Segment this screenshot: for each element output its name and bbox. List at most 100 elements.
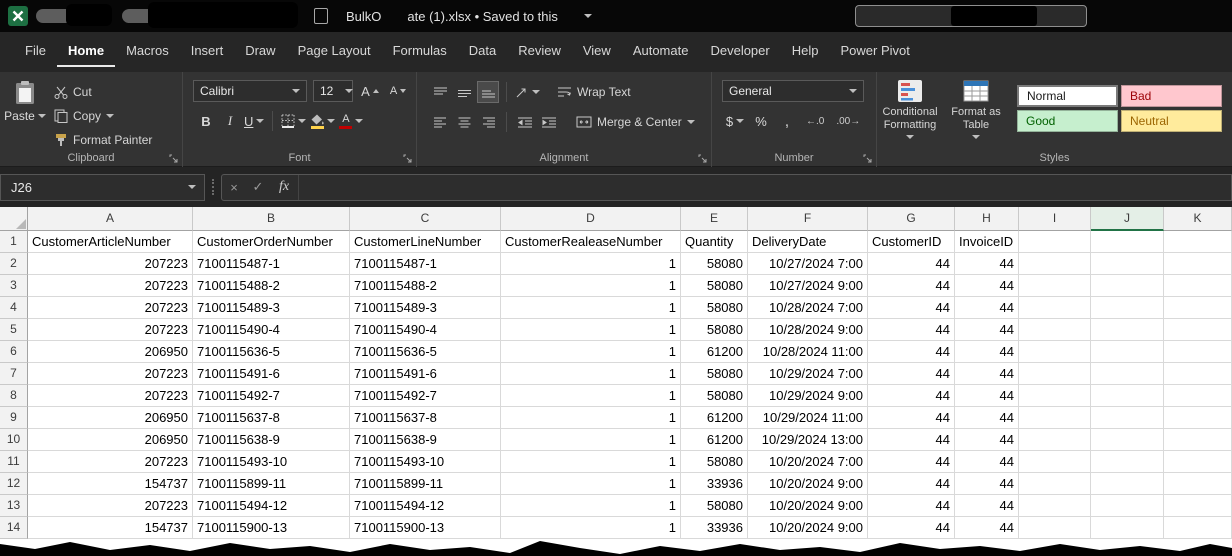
row-header-11[interactable]: 11 xyxy=(0,451,28,473)
cell-F4[interactable]: 10/28/2024 7:00 xyxy=(748,297,868,319)
cell-D6[interactable]: 1 xyxy=(501,341,681,363)
cell-E8[interactable]: 58080 xyxy=(681,385,748,407)
cell-F1[interactable]: DeliveryDate xyxy=(748,231,868,253)
cell-G2[interactable]: 44 xyxy=(868,253,955,275)
cell-A14[interactable]: 154737 xyxy=(28,517,193,539)
cell-B13[interactable]: 7100115494-12 xyxy=(193,495,350,517)
cell-E2[interactable]: 58080 xyxy=(681,253,748,275)
chevron-down-icon[interactable] xyxy=(584,14,592,18)
cell-F12[interactable]: 10/20/2024 9:00 xyxy=(748,473,868,495)
cell-J3[interactable] xyxy=(1091,275,1164,297)
row-header-4[interactable]: 4 xyxy=(0,297,28,319)
copy-button[interactable]: Copy xyxy=(50,105,156,127)
cell-J4[interactable] xyxy=(1091,297,1164,319)
accounting-format-button[interactable]: $ xyxy=(724,110,746,132)
cell-G9[interactable]: 44 xyxy=(868,407,955,429)
cell-B9[interactable]: 7100115637-8 xyxy=(193,407,350,429)
cell-D9[interactable]: 1 xyxy=(501,407,681,429)
bold-button[interactable]: B xyxy=(195,110,217,132)
cell-B10[interactable]: 7100115638-9 xyxy=(193,429,350,451)
align-middle-button[interactable] xyxy=(453,81,475,103)
cell-C14[interactable]: 7100115900-13 xyxy=(350,517,501,539)
column-header-D[interactable]: D xyxy=(501,207,681,231)
column-header-F[interactable]: F xyxy=(748,207,868,231)
cell-D8[interactable]: 1 xyxy=(501,385,681,407)
cell-C4[interactable]: 7100115489-3 xyxy=(350,297,501,319)
cell-H14[interactable]: 44 xyxy=(955,517,1019,539)
cell-C10[interactable]: 7100115638-9 xyxy=(350,429,501,451)
cell-G11[interactable]: 44 xyxy=(868,451,955,473)
format-as-table-button[interactable]: Format as Table xyxy=(943,72,1009,139)
cell-G4[interactable]: 44 xyxy=(868,297,955,319)
cell-F2[interactable]: 10/27/2024 7:00 xyxy=(748,253,868,275)
row-header-6[interactable]: 6 xyxy=(0,341,28,363)
formula-bar-handle[interactable] xyxy=(212,179,214,195)
cell-F10[interactable]: 10/29/2024 13:00 xyxy=(748,429,868,451)
cell-A5[interactable]: 207223 xyxy=(28,319,193,341)
number-dialog-launcher[interactable] xyxy=(863,154,872,163)
increase-indent-button[interactable] xyxy=(538,111,560,133)
cell-B11[interactable]: 7100115493-10 xyxy=(193,451,350,473)
cell-B6[interactable]: 7100115636-5 xyxy=(193,341,350,363)
clipboard-dialog-launcher[interactable] xyxy=(169,154,178,163)
cell-I14[interactable] xyxy=(1019,517,1091,539)
cell-E12[interactable]: 33936 xyxy=(681,473,748,495)
style-normal[interactable]: Normal xyxy=(1017,85,1118,107)
cell-J5[interactable] xyxy=(1091,319,1164,341)
cell-A12[interactable]: 154737 xyxy=(28,473,193,495)
cell-A8[interactable]: 207223 xyxy=(28,385,193,407)
cell-K8[interactable] xyxy=(1164,385,1232,407)
cell-I5[interactable] xyxy=(1019,319,1091,341)
cell-E14[interactable]: 33936 xyxy=(681,517,748,539)
row-header-5[interactable]: 5 xyxy=(0,319,28,341)
cell-C5[interactable]: 7100115490-4 xyxy=(350,319,501,341)
cell-F8[interactable]: 10/29/2024 9:00 xyxy=(748,385,868,407)
cell-I6[interactable] xyxy=(1019,341,1091,363)
cell-F14[interactable]: 10/20/2024 9:00 xyxy=(748,517,868,539)
cell-B4[interactable]: 7100115489-3 xyxy=(193,297,350,319)
cell-C12[interactable]: 7100115899-11 xyxy=(350,473,501,495)
cell-K10[interactable] xyxy=(1164,429,1232,451)
cell-A7[interactable]: 207223 xyxy=(28,363,193,385)
cell-A4[interactable]: 207223 xyxy=(28,297,193,319)
cell-F5[interactable]: 10/28/2024 9:00 xyxy=(748,319,868,341)
cell-F3[interactable]: 10/27/2024 9:00 xyxy=(748,275,868,297)
wrap-text-button[interactable]: Wrap Text xyxy=(553,81,635,103)
cell-A6[interactable]: 206950 xyxy=(28,341,193,363)
cell-D10[interactable]: 1 xyxy=(501,429,681,451)
row-header-1[interactable]: 1 xyxy=(0,231,28,253)
name-box[interactable]: J26 xyxy=(0,174,205,201)
cell-B3[interactable]: 7100115488-2 xyxy=(193,275,350,297)
font-dialog-launcher[interactable] xyxy=(403,154,412,163)
cell-D7[interactable]: 1 xyxy=(501,363,681,385)
cell-H11[interactable]: 44 xyxy=(955,451,1019,473)
cell-A9[interactable]: 206950 xyxy=(28,407,193,429)
cell-K7[interactable] xyxy=(1164,363,1232,385)
font-color-button[interactable]: A xyxy=(338,110,364,132)
cell-K13[interactable] xyxy=(1164,495,1232,517)
cell-C9[interactable]: 7100115637-8 xyxy=(350,407,501,429)
cell-G12[interactable]: 44 xyxy=(868,473,955,495)
cell-K11[interactable] xyxy=(1164,451,1232,473)
cell-I9[interactable] xyxy=(1019,407,1091,429)
cell-E9[interactable]: 61200 xyxy=(681,407,748,429)
cell-G13[interactable]: 44 xyxy=(868,495,955,517)
row-header-10[interactable]: 10 xyxy=(0,429,28,451)
cell-J12[interactable] xyxy=(1091,473,1164,495)
row-header-13[interactable]: 13 xyxy=(0,495,28,517)
cell-G14[interactable]: 44 xyxy=(868,517,955,539)
number-format-select[interactable]: General xyxy=(722,80,864,102)
search-box[interactable] xyxy=(855,5,1087,27)
conditional-formatting-button[interactable]: Conditional Formatting xyxy=(877,72,943,139)
menu-tab-help[interactable]: Help xyxy=(781,37,830,67)
align-center-button[interactable] xyxy=(453,111,475,133)
cell-H4[interactable]: 44 xyxy=(955,297,1019,319)
row-header-14[interactable]: 14 xyxy=(0,517,28,539)
cell-D3[interactable]: 1 xyxy=(501,275,681,297)
cell-E1[interactable]: Quantity xyxy=(681,231,748,253)
column-header-K[interactable]: K xyxy=(1164,207,1232,231)
cell-C11[interactable]: 7100115493-10 xyxy=(350,451,501,473)
cell-G8[interactable]: 44 xyxy=(868,385,955,407)
cell-K2[interactable] xyxy=(1164,253,1232,275)
menu-tab-insert[interactable]: Insert xyxy=(180,37,235,67)
